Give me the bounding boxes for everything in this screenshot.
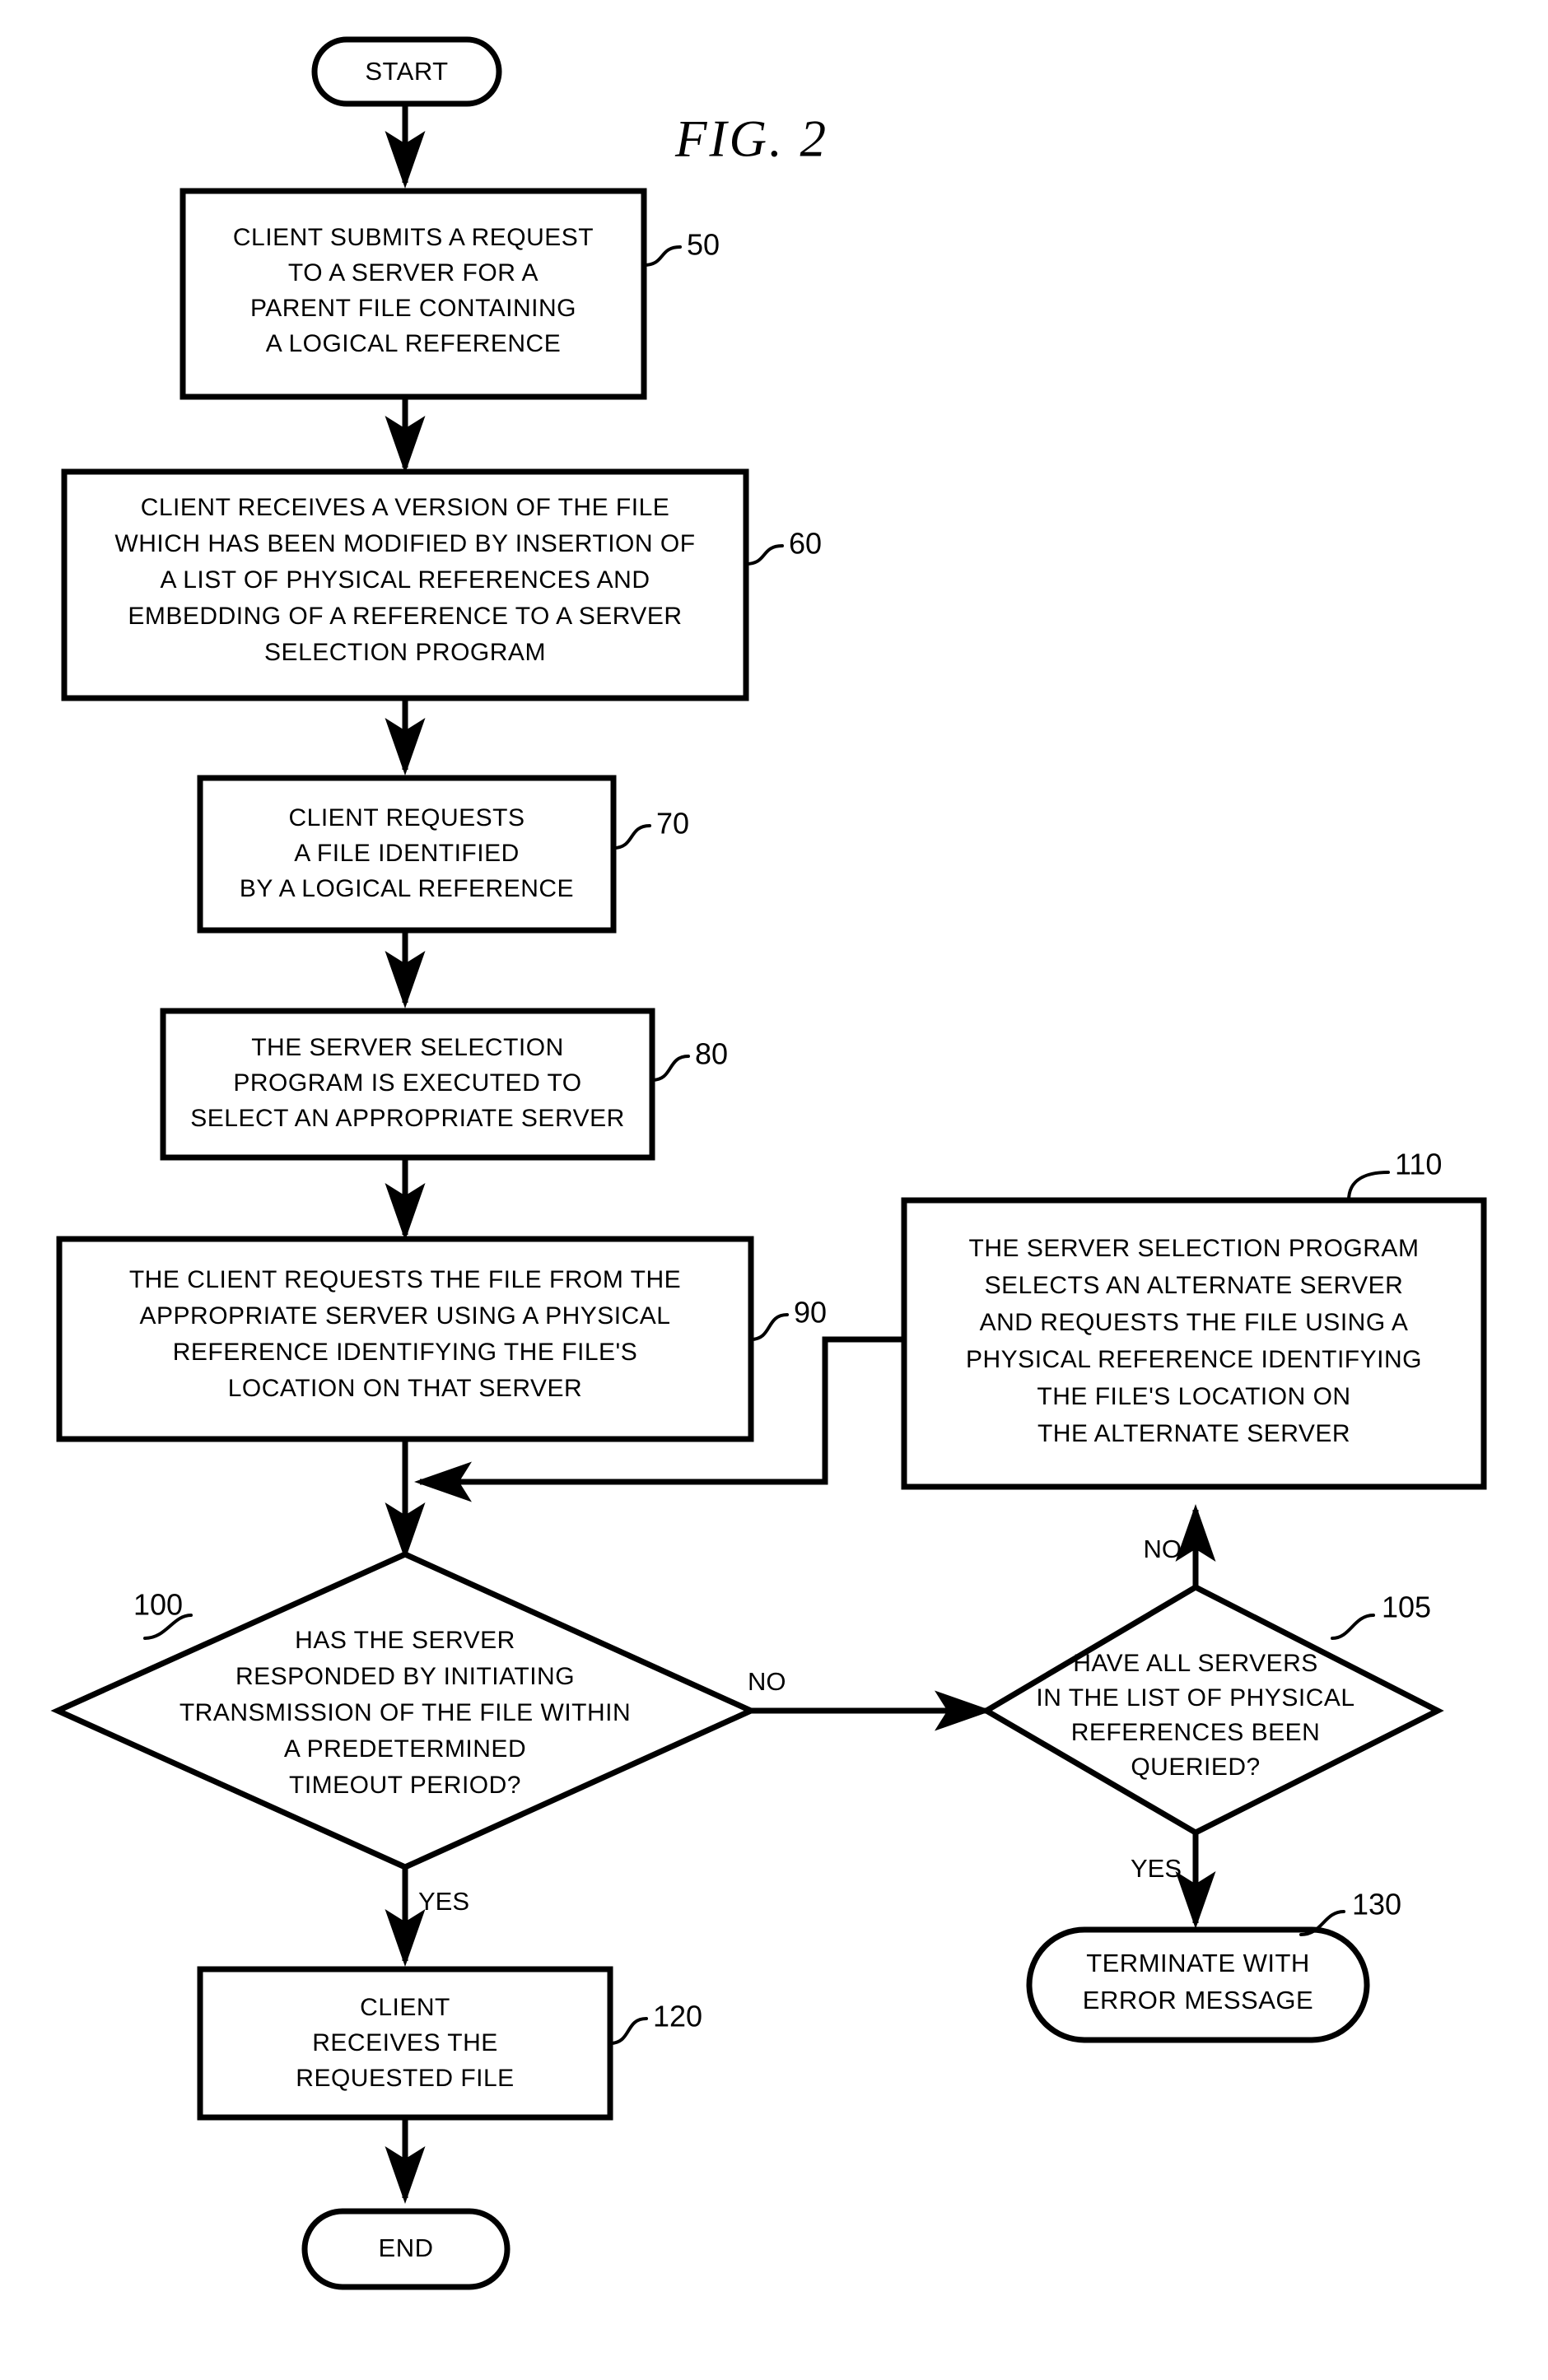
node-130-ref: 130: [1352, 1888, 1401, 1921]
node-110-line-1: THE SERVER SELECTION PROGRAM: [969, 1235, 1420, 1262]
node-120-line-3: REQUESTED FILE: [296, 2065, 514, 2092]
node-130-shape: [1026, 1926, 1370, 2043]
node-80-line-3: SELECT AN APPROPRIATE SERVER: [190, 1105, 625, 1132]
node-70-line-1: CLIENT REQUESTS: [288, 804, 525, 831]
node-60-line-1: CLIENT RECEIVES A VERSION OF THE FILE: [141, 494, 670, 521]
node-60-line-3: A LIST OF PHYSICAL REFERENCES AND: [161, 566, 650, 594]
node-110-line-3: AND REQUESTS THE FILE USING A: [980, 1309, 1409, 1336]
node-100[interactable]: HAS THE SERVER RESPONDED BY INITIATING T…: [50, 1551, 758, 1870]
node-105[interactable]: HAVE ALL SERVERS IN THE LIST OF PHYSICAL…: [981, 1584, 1444, 1836]
node-100-line-3: TRANSMISSION OF THE FILE WITHIN: [180, 1699, 631, 1726]
node-70-line-2: A FILE IDENTIFIED: [294, 840, 520, 867]
node-50-ref: 50: [687, 228, 720, 262]
node-110-line-2: SELECTS AN ALTERNATE SERVER: [985, 1272, 1404, 1299]
node-70-ref-leader: [612, 824, 651, 850]
figure-title: FIG. 2: [674, 109, 828, 167]
node-105-ref: 105: [1382, 1591, 1431, 1624]
node-70-line-3: BY A LOGICAL REFERENCE: [240, 875, 574, 902]
node-60-line-2: WHICH HAS BEEN MODIFIED BY INSERTION OF: [114, 530, 695, 557]
node-100-line-1: HAS THE SERVER: [295, 1627, 515, 1654]
node-120-line-1: CLIENT: [360, 1994, 450, 2021]
node-130-line-1: TERMINATE WITH: [1086, 1949, 1310, 1977]
start-label: START: [365, 57, 448, 86]
node-80-line-1: THE SERVER SELECTION: [251, 1034, 564, 1061]
node-105-line-4: QUERIED?: [1131, 1754, 1260, 1781]
node-100-ref: 100: [133, 1588, 183, 1622]
branch-label-105-no: NO: [1144, 1535, 1182, 1563]
node-90-line-3: REFERENCE IDENTIFYING THE FILE'S: [173, 1339, 638, 1366]
node-120-line-2: RECEIVES THE: [312, 2029, 498, 2056]
end-label: END: [379, 2233, 434, 2262]
node-80-ref-leader: [650, 1055, 690, 1082]
node-90-ref-leader: [749, 1313, 789, 1341]
node-90-line-2: APPROPRIATE SERVER USING A PHYSICAL: [140, 1302, 671, 1330]
node-90-line-4: LOCATION ON THAT SERVER: [228, 1375, 582, 1402]
node-120-ref-leader: [608, 2017, 648, 2045]
node-110-line-6: THE ALTERNATE SERVER: [1037, 1420, 1350, 1447]
node-110[interactable]: THE SERVER SELECTION PROGRAM SELECTS AN …: [901, 1148, 1487, 1490]
node-110-line-5: THE FILE'S LOCATION ON: [1037, 1383, 1350, 1410]
node-end[interactable]: END: [301, 2208, 511, 2290]
node-70-ref: 70: [656, 807, 689, 841]
node-80[interactable]: THE SERVER SELECTION PROGRAM IS EXECUTED…: [160, 1008, 728, 1161]
node-110-ref-leader: [1347, 1171, 1390, 1202]
node-50-line-1: CLIENT SUBMITS A REQUEST: [233, 224, 594, 251]
node-130-line-2: ERROR MESSAGE: [1083, 1986, 1313, 2014]
node-60-line-4: EMBEDDING OF A REFERENCE TO A SERVER: [128, 603, 682, 630]
node-80-ref: 80: [695, 1037, 728, 1071]
node-60-ref-leader: [744, 544, 784, 566]
node-100-line-4: A PREDETERMINED: [284, 1735, 526, 1763]
node-60[interactable]: CLIENT RECEIVES A VERSION OF THE FILE WH…: [61, 468, 822, 701]
node-50-line-3: PARENT FILE CONTAINING: [250, 295, 576, 322]
node-60-line-5: SELECTION PROGRAM: [264, 639, 546, 666]
branch-label-105-yes: YES: [1131, 1854, 1182, 1883]
node-105-line-1: HAVE ALL SERVERS: [1073, 1650, 1318, 1677]
node-120-ref: 120: [653, 2000, 702, 2033]
flowchart-canvas: FIG. 2 START CLIENT SUBMITS A REQUEST TO…: [50, 36, 1487, 2290]
branch-label-100-no: NO: [748, 1667, 786, 1696]
node-130[interactable]: TERMINATE WITH ERROR MESSAGE 130: [1026, 1888, 1401, 2043]
node-80-line-2: PROGRAM IS EXECUTED TO: [233, 1069, 581, 1097]
node-105-line-2: IN THE LIST OF PHYSICAL: [1036, 1684, 1354, 1712]
node-100-line-2: RESPONDED BY INITIATING: [235, 1663, 575, 1690]
node-60-ref: 60: [789, 527, 822, 561]
node-70[interactable]: CLIENT REQUESTS A FILE IDENTIFIED BY A L…: [197, 775, 689, 934]
branch-label-100-yes: YES: [418, 1887, 469, 1916]
node-105-line-3: REFERENCES BEEN: [1071, 1719, 1321, 1746]
node-50[interactable]: CLIENT SUBMITS A REQUEST TO A SERVER FOR…: [180, 188, 720, 400]
node-90[interactable]: THE CLIENT REQUESTS THE FILE FROM THE AP…: [56, 1236, 827, 1442]
node-110-ref: 110: [1395, 1148, 1442, 1181]
node-50-ref-leader: [642, 245, 682, 267]
node-90-ref: 90: [794, 1296, 827, 1330]
patent-figure-flowchart: FIG. 2 START CLIENT SUBMITS A REQUEST TO…: [0, 0, 1548, 2380]
node-110-line-4: PHYSICAL REFERENCE IDENTIFYING: [966, 1346, 1422, 1373]
node-105-ref-leader: [1331, 1614, 1375, 1640]
node-100-line-5: TIMEOUT PERIOD?: [289, 1772, 521, 1799]
node-50-line-2: TO A SERVER FOR A: [288, 259, 539, 286]
node-90-line-1: THE CLIENT REQUESTS THE FILE FROM THE: [129, 1266, 681, 1293]
node-120[interactable]: CLIENT RECEIVES THE REQUESTED FILE 120: [197, 1966, 702, 2121]
node-50-line-4: A LOGICAL REFERENCE: [266, 330, 561, 357]
node-start[interactable]: START: [311, 36, 502, 107]
